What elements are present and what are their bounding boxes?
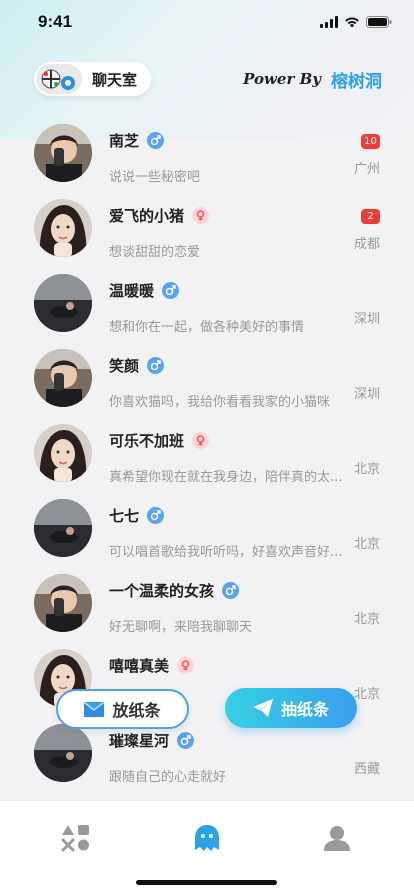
chat-name: 温暖暖 xyxy=(109,282,155,300)
avatar[interactable] xyxy=(34,499,92,557)
brand-name: 榕树洞 xyxy=(331,71,382,92)
chat-row[interactable]: 可乐不加班 真希望你现在就在我身边，陪伴真的太... 北京 xyxy=(0,418,414,493)
chat-preview: 真希望你现在就在我身边，陪伴真的太... xyxy=(109,470,343,485)
chat-row[interactable]: 一个温柔的女孩 好无聊啊，来陪我聊聊天 北京 xyxy=(0,568,414,643)
name-line: 嘻嘻真美 xyxy=(109,655,195,676)
chatroom-label: 聊天室 xyxy=(92,70,138,89)
app-header: 聊天室 Power By 榕树洞 xyxy=(0,60,414,98)
battery-icon xyxy=(366,16,392,28)
avatar[interactable] xyxy=(34,574,92,632)
status-time: 9:41 xyxy=(38,12,73,31)
chat-row[interactable]: 南芝 说说一些秘密吧 广州 10 xyxy=(0,118,414,193)
tab-discover[interactable] xyxy=(59,821,93,855)
release-note-button[interactable]: 放纸条 xyxy=(56,689,189,729)
name-line: 南芝 xyxy=(109,130,165,151)
chatroom-button[interactable]: 聊天室 xyxy=(34,62,152,96)
chat-name: 璀璨星河 xyxy=(109,732,170,750)
male-gender-icon xyxy=(147,507,165,524)
name-line: 笑颜 xyxy=(109,355,165,376)
name-line: 璀璨星河 xyxy=(109,730,195,751)
name-line: 可乐不加班 xyxy=(109,430,210,451)
unread-badge: 2 xyxy=(361,209,380,224)
chat-preview: 可以唱首歌给我听听吗，好喜欢声音好... xyxy=(109,545,343,560)
chat-preview: 好无聊啊，来陪我聊聊天 xyxy=(109,620,253,635)
chat-row[interactable]: 温暖暖 想和你在一起，做各种美好的事情 深圳 xyxy=(0,268,414,343)
apps-icon xyxy=(61,825,89,852)
chat-row[interactable]: 璀璨星河 跟随自己的心走就好 西藏 xyxy=(0,718,414,793)
male-gender-icon xyxy=(147,357,165,374)
chat-name: 一个温柔的女孩 xyxy=(109,582,215,600)
chat-preview: 说说一些秘密吧 xyxy=(109,170,201,185)
tab-profile[interactable] xyxy=(320,821,354,855)
chat-city: 北京 xyxy=(353,612,380,627)
female-gender-icon xyxy=(177,657,195,674)
chat-preview: 想谈甜甜的恋爱 xyxy=(109,245,201,260)
chat-name: 嘻嘻真美 xyxy=(109,657,170,675)
female-gender-icon xyxy=(192,207,210,224)
chat-city: 北京 xyxy=(353,687,380,702)
chat-city: 北京 xyxy=(353,462,380,477)
tab-chat[interactable] xyxy=(190,821,224,855)
profile-icon xyxy=(324,826,350,851)
name-line: 一个温柔的女孩 xyxy=(109,580,240,601)
chat-city: 成都 xyxy=(353,237,380,252)
chat-name: 可乐不加班 xyxy=(109,432,185,450)
envelope-icon xyxy=(84,701,105,717)
chat-name: 笑颜 xyxy=(109,357,140,375)
male-gender-icon xyxy=(162,282,180,299)
chat-city: 北京 xyxy=(353,537,380,552)
chat-city: 广州 xyxy=(353,162,380,177)
release-note-label: 放纸条 xyxy=(112,701,161,720)
female-gender-icon xyxy=(192,432,210,449)
wifi-icon xyxy=(345,17,359,28)
draw-note-label: 抽纸条 xyxy=(280,700,329,719)
chat-name: 南芝 xyxy=(109,132,140,150)
chat-row[interactable]: 笑颜 你喜欢猫吗，我给你看看我家的小猫咪 深圳 xyxy=(0,343,414,418)
avatar[interactable] xyxy=(34,199,92,257)
chat-city: 深圳 xyxy=(353,387,380,402)
chat-name: 爱飞的小猪 xyxy=(109,207,185,225)
chat-city: 西藏 xyxy=(353,762,380,777)
chatroom-logo-icon xyxy=(36,64,82,94)
chat-row[interactable]: 爱飞的小猪 想谈甜甜的恋爱 成都 2 xyxy=(0,193,414,268)
unread-badge: 10 xyxy=(361,134,380,149)
power-by-label: Power By xyxy=(243,70,321,88)
chat-list: 南芝 说说一些秘密吧 广州 10 爱飞的小猪 想谈甜甜的恋爱 成都 2 温暖暖 … xyxy=(0,118,414,793)
avatar[interactable] xyxy=(34,124,92,182)
ghost-chat-icon xyxy=(195,825,219,851)
chat-name: 七七 xyxy=(109,507,140,525)
male-gender-icon xyxy=(177,732,195,749)
name-line: 温暖暖 xyxy=(109,280,180,301)
name-line: 七七 xyxy=(109,505,165,526)
home-indicator xyxy=(136,880,277,885)
status-bar: 9:41 xyxy=(0,0,414,44)
avatar[interactable] xyxy=(34,274,92,332)
draw-note-button[interactable]: 抽纸条 xyxy=(225,688,357,728)
chat-preview: 想和你在一起，做各种美好的事情 xyxy=(109,320,305,335)
chat-row[interactable]: 七七 可以唱首歌给我听听吗，好喜欢声音好... 北京 xyxy=(0,493,414,568)
male-gender-icon xyxy=(147,132,165,149)
status-icons xyxy=(320,16,392,28)
chat-city: 深圳 xyxy=(353,312,380,327)
avatar[interactable] xyxy=(34,424,92,482)
power-by: Power By 榕树洞 xyxy=(243,67,382,92)
male-gender-icon xyxy=(222,582,240,599)
paper-plane-icon xyxy=(252,699,273,717)
name-line: 爱飞的小猪 xyxy=(109,205,210,226)
avatar[interactable] xyxy=(34,349,92,407)
chat-preview: 你喜欢猫吗，我给你看看我家的小猫咪 xyxy=(109,395,331,410)
avatar[interactable] xyxy=(34,724,92,782)
signal-icon xyxy=(320,16,338,28)
chat-preview: 跟随自己的心走就好 xyxy=(109,770,227,785)
